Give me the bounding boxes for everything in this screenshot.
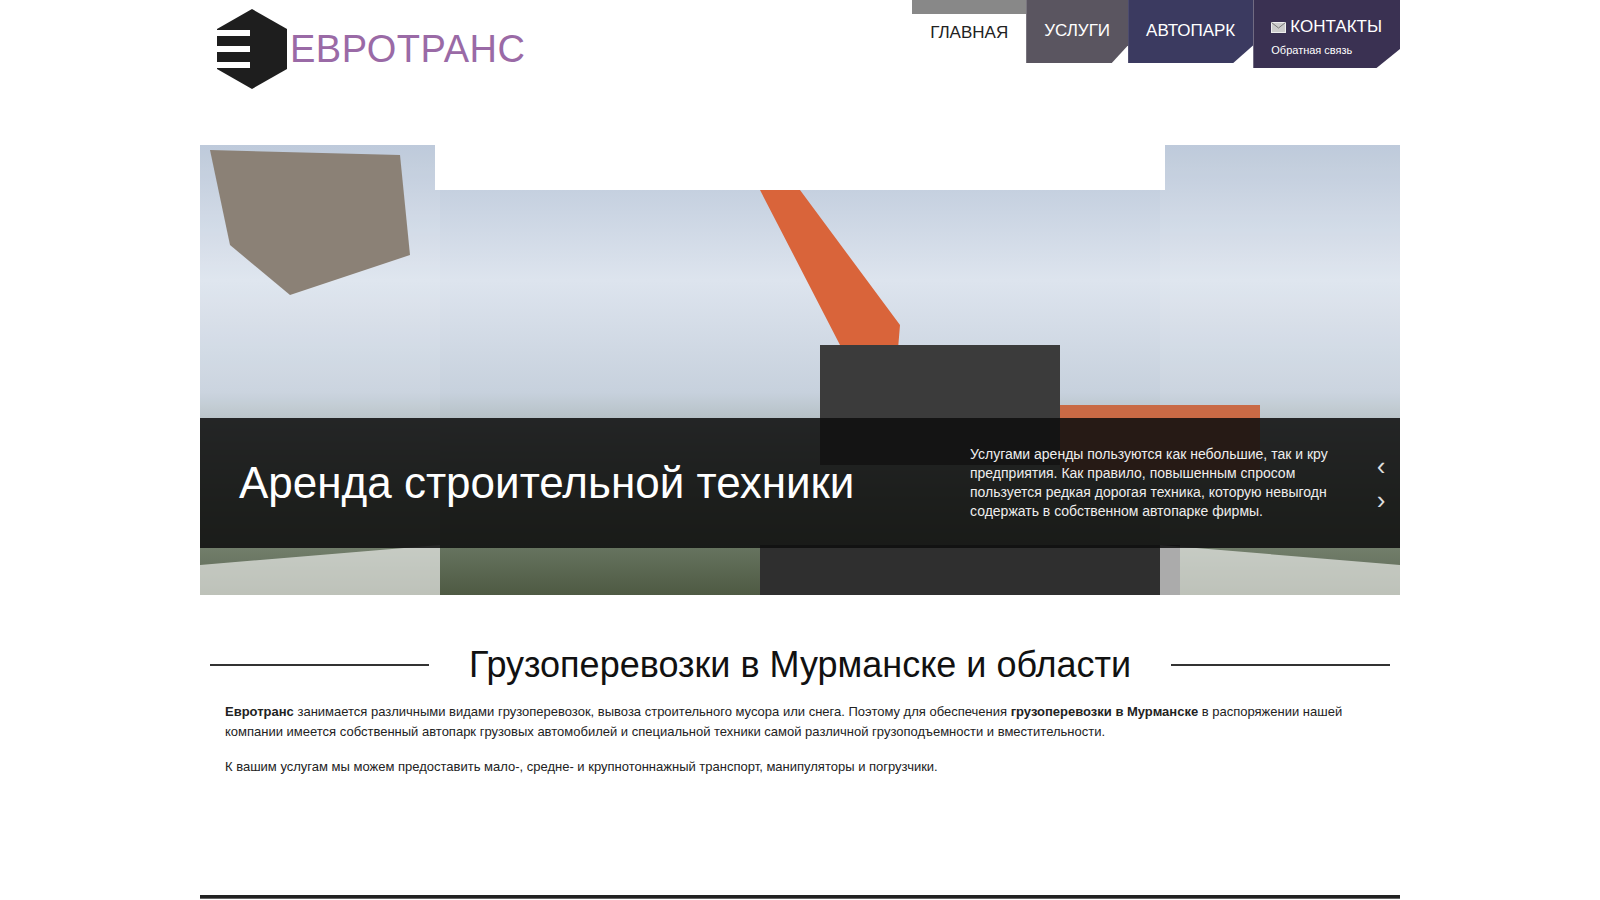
prev-button[interactable]: ‹	[1370, 451, 1392, 481]
nav-label: КОНТАКТЫ	[1290, 14, 1382, 40]
nav-item[interactable]: ГЛАВНАЯ	[912, 0, 1026, 63]
nav-label: ГЛАВНАЯ	[930, 23, 1008, 42]
slide-text-line: содержать в собственном автопарке фирмы.	[970, 502, 1362, 521]
paragraph: Евротранс занимается различными видами г…	[225, 702, 1372, 742]
footer-line	[200, 895, 1400, 899]
page: ЕВРОТРАНС ГЛАВНАЯ УСЛУГИ АВТОПАРК КОНТАКТЫ Об…	[200, 0, 1400, 899]
nav-sublabel: Обратная связь	[1271, 42, 1382, 59]
slide-text-line: пользуется редкая дорогая техника, котор…	[970, 483, 1362, 502]
paragraph: К вашим услугам мы можем предоставить ма…	[225, 757, 1372, 777]
section-heading-row: Грузоперевозки в Мурманске и области	[200, 643, 1400, 686]
nav-label: УСЛУГИ	[1044, 21, 1110, 40]
paragraph-text: занимается различными видами грузоперево…	[294, 704, 1011, 719]
nav-item[interactable]: УСЛУГИ	[1026, 0, 1128, 63]
slide-text-line: предприятия. Как правило, повышенным спр…	[970, 464, 1362, 483]
next-button[interactable]: ›	[1370, 485, 1392, 515]
nav-label-row: КОНТАКТЫ	[1271, 14, 1382, 40]
paragraph-text: Евротранс	[225, 704, 294, 719]
slider-top-cut	[435, 145, 1165, 190]
slide-caption: Аренда строительной техникиУслугами арен…	[200, 418, 1400, 548]
heading-rule	[1171, 664, 1390, 666]
nav-item[interactable]: АВТОПАРК	[1128, 0, 1253, 63]
logo[interactable]: ЕВРОТРАНС	[216, 8, 526, 90]
logo-hexagon-icon	[216, 8, 288, 90]
heading-rule	[210, 664, 429, 666]
slide-title: Аренда строительной техники	[239, 459, 970, 507]
paragraph-text: грузоперевозки в Мурманске	[1011, 704, 1199, 719]
paragraph-text: К вашим услугам мы можем предоставить ма…	[225, 759, 938, 774]
logo-text: ЕВРОТРАНС	[290, 30, 526, 68]
envelope-icon	[1271, 14, 1286, 40]
main-nav: ГЛАВНАЯ УСЛУГИ АВТОПАРК КОНТАКТЫ Обратная св…	[912, 0, 1400, 68]
slider: Аренда строительной техникиУслугами арен…	[200, 145, 1400, 595]
slide-text-line: Услугами аренды пользуются как небольшие…	[970, 445, 1362, 464]
header: ЕВРОТРАНС ГЛАВНАЯ УСЛУГИ АВТОПАРК КОНТАКТЫ Об…	[200, 0, 1400, 145]
nav-label: АВТОПАРК	[1146, 21, 1235, 40]
section-heading: Грузоперевозки в Мурманске и области	[469, 643, 1131, 686]
slide-text: Услугами аренды пользуются как небольшие…	[970, 445, 1362, 521]
nav-item[interactable]: КОНТАКТЫ Обратная связь	[1253, 0, 1400, 68]
slide-arrows: ‹›	[1370, 451, 1392, 515]
content-section: Грузоперевозки в Мурманске и области Евро…	[200, 595, 1400, 895]
